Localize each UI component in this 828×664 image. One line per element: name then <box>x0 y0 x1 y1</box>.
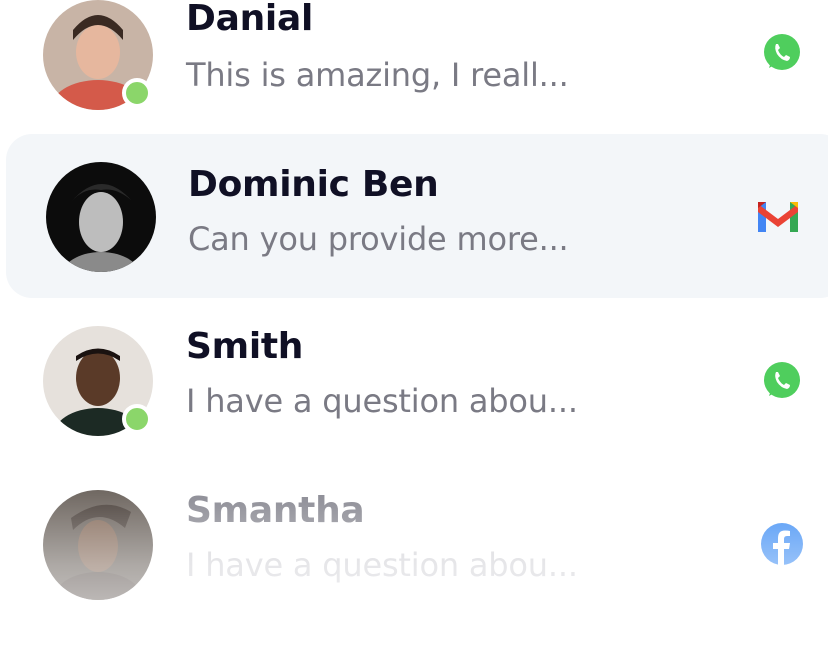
online-status-indicator <box>122 404 152 434</box>
conversation-item[interactable]: Smith I have a question abou... <box>0 298 828 462</box>
message-preview: I have a question abou... <box>186 382 578 420</box>
conversation-item[interactable]: Danial This is amazing, I reall... <box>0 0 828 134</box>
contact-name: Smith <box>186 326 304 367</box>
whatsapp-icon <box>764 34 800 70</box>
message-preview: Can you provide more... <box>188 220 569 258</box>
contact-name: Dominic Ben <box>188 164 439 205</box>
online-status-indicator <box>122 78 152 108</box>
conversation-item-selected[interactable]: Dominic Ben Can you provide more... <box>6 134 828 298</box>
conversation-item[interactable]: Smantha I have a question abou... <box>0 462 828 626</box>
contact-name: Danial <box>186 0 313 39</box>
avatar <box>43 490 153 600</box>
whatsapp-icon <box>764 362 800 398</box>
facebook-icon <box>761 523 803 565</box>
contact-name: Smantha <box>186 490 365 531</box>
gmail-icon <box>758 202 798 232</box>
message-preview: I have a question abou... <box>186 546 578 584</box>
avatar <box>46 162 156 272</box>
message-preview: This is amazing, I reall... <box>186 56 569 94</box>
